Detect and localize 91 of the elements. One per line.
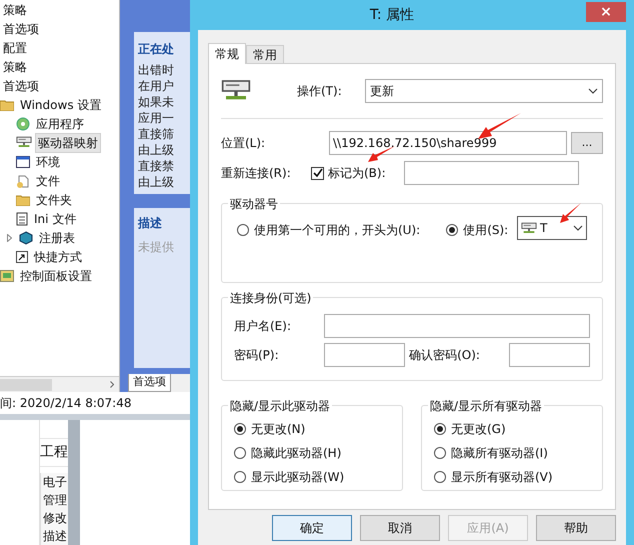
tree-item[interactable]: 控制面板设置 — [17, 266, 95, 286]
card-text: 由上级 — [138, 174, 175, 190]
checkbox-label: 标记为(B): — [328, 165, 387, 182]
tree-item[interactable]: 文件夹 — [33, 190, 75, 210]
radio-button[interactable] — [434, 447, 446, 459]
card-text: 出错时 — [138, 62, 175, 78]
radio-button[interactable] — [237, 224, 249, 236]
drive-letter-dropdown[interactable]: T — [517, 216, 587, 240]
window-icon — [16, 156, 30, 168]
scroll-right-icon[interactable] — [110, 381, 114, 388]
tree-item[interactable]: 首选项 — [0, 76, 42, 96]
tree-item[interactable]: 应用程序 — [33, 114, 87, 134]
field-label: 密码(P): — [234, 347, 280, 364]
tree-item[interactable]: 策略 — [0, 0, 30, 20]
cube-icon — [19, 230, 33, 244]
folder-icon — [0, 98, 14, 110]
radio-label: 无更改(G) — [451, 421, 506, 438]
label-field[interactable] — [404, 161, 579, 185]
tree-item[interactable]: 环境 — [33, 152, 63, 172]
field-label: 确认密码(O): — [408, 347, 481, 364]
tab[interactable]: 常用 — [246, 45, 284, 63]
drive-icon — [521, 222, 537, 234]
radio-button[interactable] — [234, 471, 246, 483]
card-text: 在用户 — [138, 78, 175, 94]
card-text: 直接禁 — [138, 158, 175, 174]
card-heading: 正在处 — [138, 41, 175, 58]
field-label: 重新连接(R): — [221, 165, 292, 182]
card-text: 应用一 — [138, 110, 175, 126]
folder-icon — [16, 194, 30, 206]
radio-label: 隐藏此驱动器(H) — [251, 445, 342, 462]
chevron-down-icon — [573, 225, 583, 231]
radio-button[interactable] — [434, 423, 446, 435]
expand-icon[interactable] — [7, 234, 12, 242]
card-text: 如果未 — [138, 94, 175, 110]
tree-item[interactable]: 配置 — [0, 38, 30, 58]
radio-button[interactable] — [234, 423, 246, 435]
tree-item[interactable]: 文件 — [33, 170, 63, 190]
radio-button[interactable] — [234, 447, 246, 459]
username-field[interactable] — [324, 314, 590, 338]
radio-button[interactable] — [434, 471, 446, 483]
group-title: 隐藏/显示所有驱动器 — [428, 397, 544, 415]
disc-icon — [16, 116, 30, 130]
confirm-password-field[interactable] — [509, 343, 590, 367]
card-text: 直接筛 — [138, 126, 175, 142]
checkbox[interactable] — [311, 166, 324, 180]
document-icon — [16, 212, 28, 226]
close-button[interactable]: × — [586, 2, 626, 22]
list-item: 电子 — [43, 474, 68, 491]
status-text: 间: 2020/2/14 8:07:48 — [0, 395, 132, 412]
list-item: 管理 — [43, 492, 68, 509]
radio-label: 显示此驱动器(W) — [251, 469, 344, 486]
file-icon — [16, 174, 30, 188]
tab[interactable]: 常规 — [208, 43, 246, 64]
tree-item[interactable]: 策略 — [0, 56, 30, 76]
tree-item[interactable]: 快捷方式 — [31, 246, 85, 266]
shortcut-icon — [16, 250, 28, 262]
control-panel-icon — [0, 270, 14, 282]
horizontal-scrollbar[interactable] — [0, 376, 119, 392]
tree-item[interactable]: Windows 设置 — [17, 94, 104, 114]
dialog-button[interactable]: 帮助 — [536, 515, 616, 541]
field-label: 操作(T): — [297, 83, 343, 100]
list-item: 修改 — [43, 510, 68, 527]
field-label: 用户名(E): — [234, 318, 292, 335]
tree-item[interactable]: 驱动器映射 — [35, 132, 101, 152]
chevron-down-icon — [588, 88, 598, 94]
browse-button[interactable]: ... — [571, 132, 603, 154]
radio-label: 隐藏所有驱动器(I) — [451, 445, 548, 462]
field-label: 位置(L): — [221, 135, 266, 152]
password-field[interactable] — [324, 343, 406, 367]
tab[interactable]: 首选项 — [128, 374, 171, 392]
radio-button[interactable] — [446, 224, 458, 236]
group-title: 连接身份(可选) — [228, 289, 314, 307]
dialog-button[interactable]: 确定 — [272, 515, 352, 541]
window-title: T: 属性 — [368, 6, 416, 24]
radio-label: 显示所有驱动器(V) — [451, 469, 553, 486]
card-text: 未提供 — [138, 239, 175, 256]
radio-label: 无更改(N) — [251, 421, 306, 438]
radio-label: 使用第一个可用的，开头为(U): — [254, 222, 420, 239]
tree-item[interactable]: 注册表 — [36, 228, 78, 248]
action-dropdown[interactable]: 更新 — [365, 79, 603, 103]
tree-item[interactable]: Ini 文件 — [31, 208, 80, 228]
drive-icon — [16, 136, 32, 149]
dialog-button[interactable]: 取消 — [360, 515, 440, 541]
annotation-arrow-icon — [560, 202, 582, 224]
radio-label: 使用(S): — [463, 222, 508, 239]
location-field[interactable]: \\192.168.72.150\share999 — [329, 131, 567, 155]
list-item: 描述 — [43, 528, 68, 545]
group-title: 隐藏/显示此驱动器 — [228, 397, 332, 415]
tree-item[interactable]: 首选项 — [0, 18, 42, 38]
card-text: 由上级 — [138, 142, 175, 158]
card-heading: 描述 — [138, 215, 163, 232]
